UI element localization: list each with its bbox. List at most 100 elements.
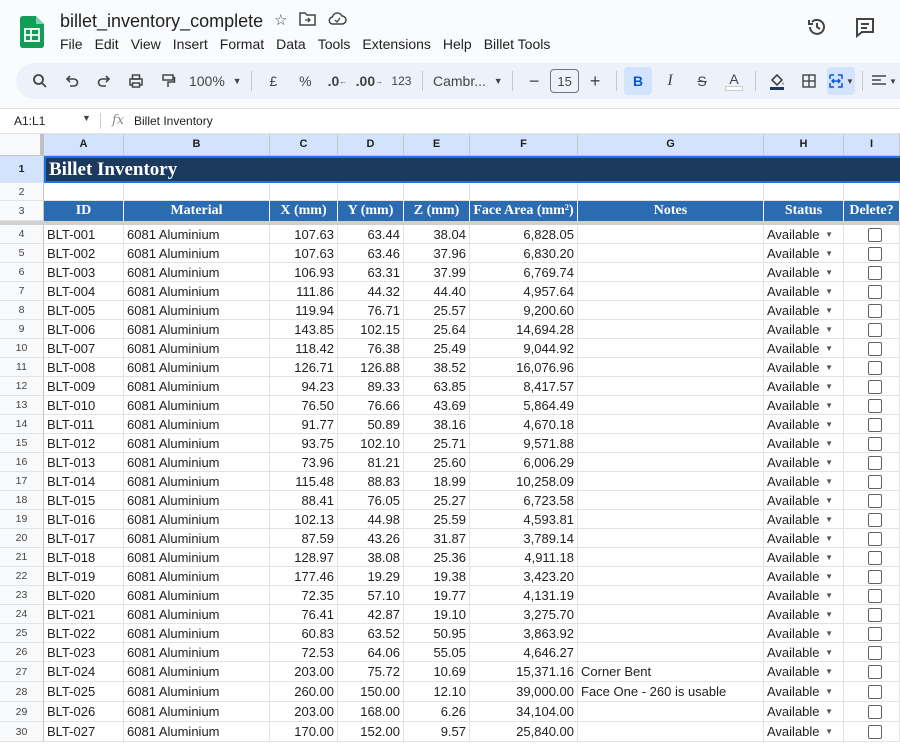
column-header-g[interactable]: G	[578, 134, 764, 155]
comments-icon[interactable]	[854, 16, 876, 38]
y-cell[interactable]: 126.88	[338, 358, 404, 377]
y-cell[interactable]: 102.15	[338, 320, 404, 339]
status-dropdown[interactable]: Available ▼	[764, 548, 844, 567]
delete-checkbox[interactable]	[868, 705, 882, 719]
z-cell[interactable]: 43.69	[404, 396, 470, 415]
status-dropdown[interactable]: Available ▼	[764, 301, 844, 320]
status-dropdown-icon[interactable]: ▼	[825, 301, 833, 319]
face-area-cell[interactable]: 39,000.00	[470, 682, 578, 702]
z-cell[interactable]: 25.59	[404, 510, 470, 529]
row-header[interactable]: 4	[0, 225, 44, 244]
id-cell[interactable]: BLT-026	[44, 702, 124, 722]
status-dropdown-icon[interactable]: ▼	[825, 225, 833, 243]
column-header-c[interactable]: C	[270, 134, 338, 155]
face-area-cell[interactable]: 25,840.00	[470, 722, 578, 742]
delete-checkbox[interactable]	[868, 685, 882, 699]
row-header[interactable]: 6	[0, 263, 44, 282]
status-dropdown[interactable]: Available ▼	[764, 567, 844, 586]
material-cell[interactable]: 6081 Aluminium	[124, 472, 270, 491]
notes-cell[interactable]	[578, 472, 764, 491]
x-cell[interactable]: 128.97	[270, 548, 338, 567]
status-dropdown-icon[interactable]: ▼	[825, 282, 833, 300]
y-cell[interactable]: 76.66	[338, 396, 404, 415]
delete-checkbox[interactable]	[868, 512, 882, 527]
delete-checkbox[interactable]	[868, 569, 882, 584]
column-header-f[interactable]: F	[470, 134, 578, 155]
face-area-cell[interactable]: 4,131.19	[470, 586, 578, 605]
status-dropdown[interactable]: Available ▼	[764, 396, 844, 415]
status-dropdown[interactable]: Available ▼	[764, 377, 844, 396]
row-header[interactable]: 23	[0, 586, 44, 605]
z-cell[interactable]: 12.10	[404, 682, 470, 702]
merge-cells-icon[interactable]: ▼	[827, 67, 855, 95]
increase-decimal-button[interactable]: .00 →	[355, 67, 383, 95]
spreadsheet-grid[interactable]: ABCDEFGHI 1 Billet Inventory 2 3 ID Material X…	[0, 134, 900, 750]
x-cell[interactable]: 126.71	[270, 358, 338, 377]
delete-checkbox[interactable]	[868, 455, 882, 470]
y-cell[interactable]: 63.44	[338, 225, 404, 244]
face-area-cell[interactable]: 4,593.81	[470, 510, 578, 529]
decrease-font-size-icon[interactable]: −	[520, 67, 548, 95]
delete-checkbox[interactable]	[868, 322, 882, 337]
bold-button[interactable]: B	[624, 67, 653, 95]
status-dropdown[interactable]: Available ▼	[764, 605, 844, 624]
status-dropdown-icon[interactable]: ▼	[825, 377, 833, 395]
notes-cell[interactable]	[578, 510, 764, 529]
notes-cell[interactable]	[578, 301, 764, 320]
z-cell[interactable]: 31.87	[404, 529, 470, 548]
status-dropdown-icon[interactable]: ▼	[825, 396, 833, 414]
x-cell[interactable]: 119.94	[270, 301, 338, 320]
z-cell[interactable]: 25.57	[404, 301, 470, 320]
row-header[interactable]: 19	[0, 510, 44, 529]
formula-input[interactable]: Billet Inventory	[134, 114, 213, 128]
status-dropdown[interactable]: Available ▼	[764, 339, 844, 358]
material-cell[interactable]: 6081 Aluminium	[124, 396, 270, 415]
face-area-cell[interactable]: 4,646.27	[470, 643, 578, 662]
y-cell[interactable]: 89.33	[338, 377, 404, 396]
z-cell[interactable]: 55.05	[404, 643, 470, 662]
column-header-i[interactable]: I	[844, 134, 900, 155]
delete-checkbox[interactable]	[868, 474, 882, 489]
menu-data[interactable]: Data	[276, 35, 312, 54]
x-cell[interactable]: 111.86	[270, 282, 338, 301]
status-dropdown-icon[interactable]: ▼	[825, 434, 833, 452]
row-header[interactable]: 27	[0, 662, 44, 682]
row-header[interactable]: 13	[0, 396, 44, 415]
y-cell[interactable]: 44.98	[338, 510, 404, 529]
y-cell[interactable]: 43.26	[338, 529, 404, 548]
delete-checkbox[interactable]	[868, 227, 882, 242]
y-cell[interactable]: 44.32	[338, 282, 404, 301]
notes-cell[interactable]	[578, 263, 764, 282]
delete-checkbox[interactable]	[868, 588, 882, 603]
face-area-cell[interactable]: 16,076.96	[470, 358, 578, 377]
id-cell[interactable]: BLT-019	[44, 567, 124, 586]
borders-icon[interactable]	[795, 67, 823, 95]
material-cell[interactable]: 6081 Aluminium	[124, 282, 270, 301]
status-dropdown[interactable]: Available ▼	[764, 702, 844, 722]
table-header-cell[interactable]: Material	[124, 201, 270, 221]
menu-file[interactable]: File	[60, 35, 89, 54]
notes-cell[interactable]	[578, 415, 764, 434]
x-cell[interactable]: 88.41	[270, 491, 338, 510]
zoom-select[interactable]: 100% ▼	[186, 67, 244, 95]
status-dropdown[interactable]: Available ▼	[764, 662, 844, 682]
empty-cell[interactable]	[578, 183, 764, 201]
status-dropdown[interactable]: Available ▼	[764, 358, 844, 377]
z-cell[interactable]: 37.99	[404, 263, 470, 282]
status-dropdown[interactable]: Available ▼	[764, 434, 844, 453]
id-cell[interactable]: BLT-006	[44, 320, 124, 339]
x-cell[interactable]: 76.41	[270, 605, 338, 624]
face-area-cell[interactable]: 6,723.58	[470, 491, 578, 510]
y-cell[interactable]: 57.10	[338, 586, 404, 605]
row-header[interactable]: 3	[0, 201, 44, 221]
menu-billet-tools[interactable]: Billet Tools	[484, 35, 557, 54]
row-header[interactable]: 5	[0, 244, 44, 263]
increase-font-size-icon[interactable]: +	[581, 67, 609, 95]
cloud-status-icon[interactable]	[328, 11, 348, 26]
face-area-cell[interactable]: 4,670.18	[470, 415, 578, 434]
x-cell[interactable]: 94.23	[270, 377, 338, 396]
row-header[interactable]: 9	[0, 320, 44, 339]
z-cell[interactable]: 38.04	[404, 225, 470, 244]
status-dropdown[interactable]: Available ▼	[764, 415, 844, 434]
status-dropdown-icon[interactable]: ▼	[825, 339, 833, 357]
